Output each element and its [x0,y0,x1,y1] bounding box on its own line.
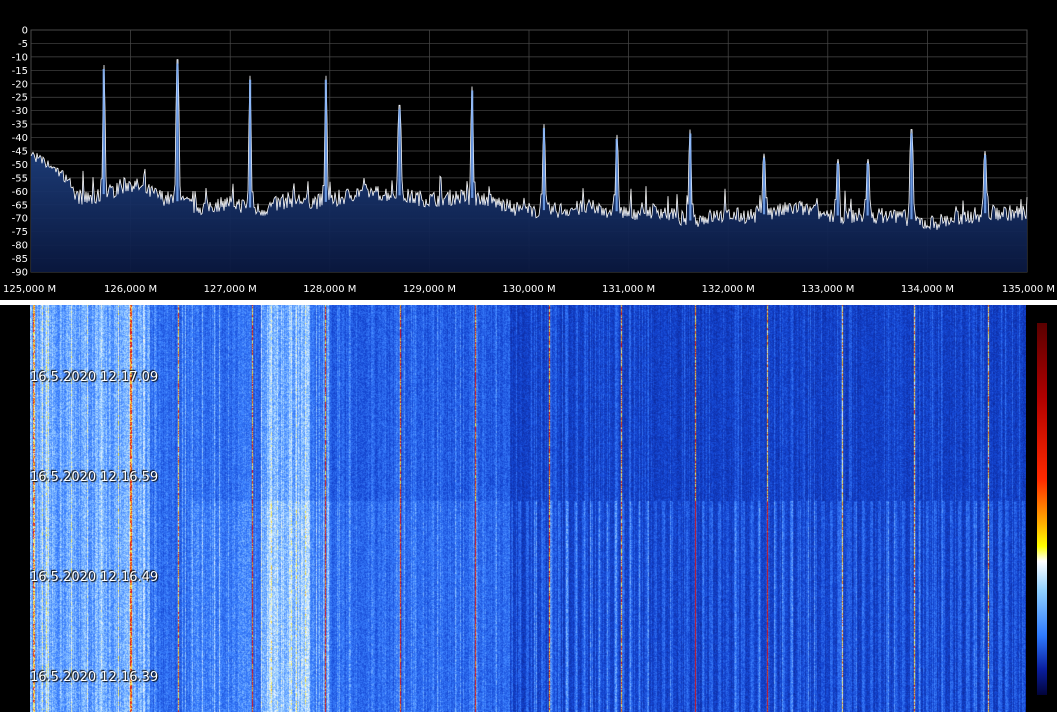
y-tick-label: 0 [22,26,28,37]
waterfall-panel[interactable]: 16.5.2020 12.17.09 16.5.2020 12.16.59 16… [0,305,1057,712]
y-tick-label: -90 [12,268,28,279]
x-tick-label: 135,000 M [1002,284,1055,295]
y-tick-label: -25 [12,93,28,104]
spectrum-panel[interactable]: 0 -5 -10 -15 -20 -25 -30 -35 -40 -45 -50 -55 -60 -65 -… [0,0,1057,300]
waterfall-timestamp: 16.5.2020 12.16.59 [30,470,159,485]
y-tick-label: -70 [12,214,28,225]
waterfall-timestamp: 16.5.2020 12.17.09 [30,370,159,385]
waterfall-timestamp: 16.5.2020 12.16.49 [30,570,159,585]
y-tick-label: -40 [12,133,28,144]
color-scale-bar [1037,323,1047,695]
y-tick-label: -65 [12,200,28,211]
y-tick-label: -35 [12,120,28,131]
y-tick-label: -20 [12,79,28,90]
y-tick-label: -45 [12,147,28,158]
spectrum-chart[interactable]: 0 -5 -10 -15 -20 -25 -30 -35 -40 -45 -50 -55 -60 -65 -… [0,0,1057,300]
y-tick-label: -5 [18,39,28,50]
y-tick-label: -15 [12,66,28,77]
y-tick-label: -60 [12,187,28,198]
x-tick-label: 126,000 M [104,284,157,295]
x-tick-label: 125,000 M [3,284,56,295]
y-tick-label: -55 [12,173,28,184]
y-tick-label: -75 [12,227,28,238]
x-tick-label: 129,000 M [403,284,456,295]
y-tick-label: -50 [12,160,28,171]
x-tick-label: 131,000 M [602,284,655,295]
x-tick-label: 133,000 M [801,284,854,295]
y-tick-label: -30 [12,106,28,117]
x-tick-label: 127,000 M [204,284,257,295]
y-tick-label: -10 [12,52,28,63]
waterfall-timestamp: 16.5.2020 12.16.39 [30,670,159,685]
y-tick-label: -80 [12,241,28,252]
waterfall-display[interactable] [30,305,1026,712]
x-tick-label: 132,000 M [702,284,755,295]
x-tick-label: 130,000 M [502,284,555,295]
y-tick-label: -85 [12,254,28,265]
x-tick-label: 128,000 M [303,284,356,295]
x-tick-label: 134,000 M [901,284,954,295]
